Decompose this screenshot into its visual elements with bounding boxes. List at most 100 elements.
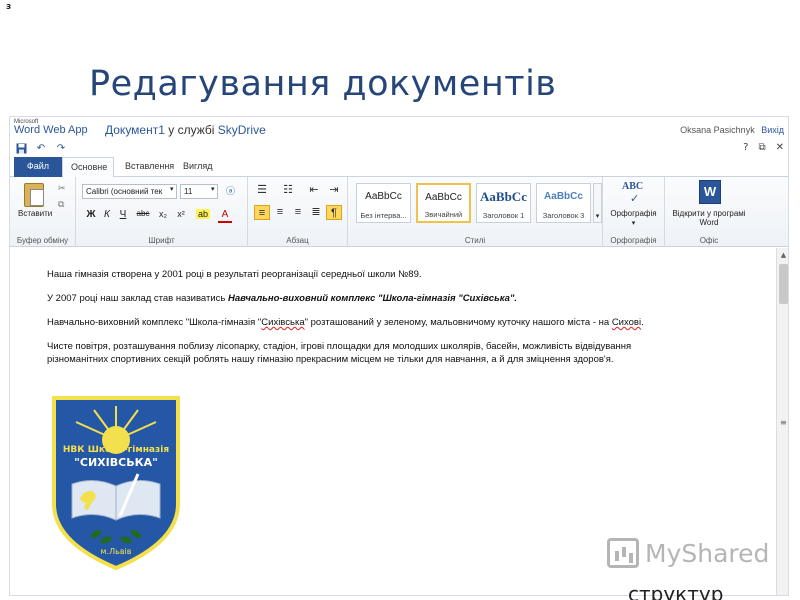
bullets-icon[interactable]: ☰ <box>254 183 270 198</box>
paragraph-4-line-1: Чисте повітря, розташування поблизу лісо… <box>47 341 632 352</box>
redo-icon[interactable]: ↷ <box>55 143 67 157</box>
strikethrough-button[interactable]: abc <box>134 209 152 218</box>
justify-icon[interactable]: ≣ <box>308 205 324 220</box>
style-heading-3[interactable]: AaBbCc Заголовок 3 <box>536 183 591 223</box>
paragraph-2: У 2007 році наш заклад став називатись Н… <box>47 292 517 305</box>
font-name-select[interactable]: Calibri (основний тек <box>82 184 177 199</box>
scroll-marker-icon: ≡ <box>780 418 787 427</box>
style-sample: AaBbCc <box>425 192 462 203</box>
style-name: Звичайний <box>424 210 463 219</box>
italic-button[interactable]: К <box>100 209 114 220</box>
brand-logo[interactable]: Microsoft Word Web App <box>14 119 88 136</box>
paragraph-3-mid: " розташований у зеленому, мальовничому … <box>304 317 612 328</box>
ltr-icon[interactable]: ¶ <box>326 205 342 220</box>
style-normal[interactable]: AaBbCc Звичайний <box>416 183 471 223</box>
word-icon[interactable]: W <box>699 180 721 204</box>
user-name[interactable]: Oksana Pasichnyk <box>680 125 755 135</box>
group-label-spelling: Орфографія <box>610 236 657 245</box>
scroll-up-icon[interactable]: ▲ <box>777 248 788 262</box>
skydrive-link[interactable]: SkyDrive <box>218 123 266 137</box>
spelling-dropdown-icon[interactable]: ▾ <box>603 219 664 227</box>
help-icon[interactable]: ? <box>743 142 748 153</box>
style-heading-1[interactable]: AaBbCc Заголовок 1 <box>476 183 531 223</box>
underline-button[interactable]: Ч <box>116 209 130 220</box>
subscript-button[interactable]: x₂ <box>156 209 170 219</box>
align-center-icon[interactable]: ≡ <box>272 205 288 220</box>
window-controls: ? ⧉ ✕ <box>743 142 784 153</box>
paragraph-3-end: . <box>641 317 644 328</box>
style-sample: AaBbCc <box>480 189 527 204</box>
tab-home[interactable]: Основне <box>62 157 114 178</box>
paragraph-3-prefix: Навчально-виховний комплекс "Школа-гімна… <box>47 317 262 328</box>
checkmark-icon: ✓ <box>630 193 640 205</box>
brand-name: Word Web App <box>14 124 88 136</box>
font-name-dropdown-icon[interactable]: ▾ <box>170 185 174 193</box>
copy-icon[interactable]: ⧉ <box>58 199 64 210</box>
style-no-spacing[interactable]: AaBbCc Без інтерва... <box>356 183 411 223</box>
cut-off-slide-text: структур <box>628 582 724 600</box>
vertical-scrollbar[interactable]: ▲ ≡ <box>776 248 788 595</box>
font-color-icon[interactable]: A <box>218 209 232 223</box>
group-styles: AaBbCc Без інтерва... AaBbCc Звичайний A… <box>348 177 603 247</box>
emblem-text-line-1: НВК Школа-гімназія <box>63 444 169 455</box>
user-area: Oksana Pasichnyk Вихід <box>680 125 784 135</box>
group-label-clipboard: Буфер обміну <box>16 236 69 245</box>
undo-icon[interactable]: ↶ <box>35 143 47 157</box>
close-icon[interactable]: ✕ <box>776 142 784 153</box>
highlight-icon[interactable]: ab <box>196 209 210 219</box>
superscript-button[interactable]: x² <box>174 209 188 219</box>
paste-icon[interactable] <box>24 183 44 207</box>
school-emblem: НВК Школа-гімназія "СИХІВСЬКА" м.Львів <box>52 396 180 571</box>
style-sample: AaBbCc <box>365 191 402 202</box>
align-left-icon[interactable]: ≡ <box>254 205 270 220</box>
save-icon[interactable] <box>15 143 27 157</box>
clear-format-icon[interactable]: ⓐ <box>226 184 235 197</box>
font-size-dropdown-icon[interactable]: ▾ <box>211 185 215 193</box>
tab-file[interactable]: Файл <box>14 157 62 177</box>
paste-button[interactable]: Вставити <box>18 209 52 218</box>
paragraph-4: Чисте повітря, розташування поблизу лісо… <box>47 340 631 366</box>
cut-icon[interactable]: ✂ <box>58 183 66 194</box>
style-sample: AaBbCc <box>544 191 583 202</box>
group-spelling: ABC ✓ Орфографія ▾ Орфографія <box>603 177 665 247</box>
increase-indent-icon[interactable]: ⇥ <box>326 183 342 198</box>
style-name: Без інтерва... <box>360 211 407 220</box>
tab-insert[interactable]: Вставлення <box>117 157 182 177</box>
ribbon: Вставити ✂ ⧉ Буфер обміну Calibri (основ… <box>10 177 788 247</box>
watermark: MyShared <box>607 535 770 575</box>
popout-icon[interactable]: ⧉ <box>758 142 765 153</box>
paragraph-2-prefix: У 2007 році наш заклад став називатись <box>47 293 228 304</box>
emblem-city: м.Львів <box>101 547 132 556</box>
style-name: Заголовок 3 <box>542 211 585 220</box>
document-name-link[interactable]: Документ1 <box>105 123 165 137</box>
spelling-button[interactable]: Орфографія <box>603 209 664 218</box>
styles-more-button[interactable]: ▾ <box>593 183 602 223</box>
misspelled-word[interactable]: Сихівська <box>261 317 304 328</box>
paragraph-3: Навчально-виховний комплекс "Школа-гімна… <box>47 316 644 329</box>
group-label-paragraph: Абзац <box>286 236 309 245</box>
paragraph-1: Наша гімназія створена у 2001 році в рез… <box>47 269 422 280</box>
tabs-row: ↶ ↷ ? ⧉ ✕ Файл Основне Вставлення Вигляд <box>10 141 788 178</box>
decrease-indent-icon[interactable]: ⇤ <box>306 183 322 198</box>
emblem-text-line-2: "СИХІВСЬКА" <box>74 456 158 469</box>
scroll-thumb[interactable] <box>779 264 788 304</box>
bold-button[interactable]: Ж <box>84 209 98 220</box>
group-label-styles: Стилі <box>464 236 486 245</box>
misspelled-word[interactable]: Сихові <box>612 317 641 328</box>
open-in-word-button[interactable]: Відкрити у програмі Word <box>665 209 753 227</box>
tab-view[interactable]: Вигляд <box>175 157 221 177</box>
spelling-icon[interactable]: ABC <box>622 181 643 192</box>
numbering-icon[interactable]: ☷ <box>280 183 296 198</box>
word-web-app-window: Microsoft Word Web App Документ1 у служб… <box>9 116 789 596</box>
in-service-text: у службі <box>168 123 215 137</box>
paragraph-2-bold: Навчально-виховний комплекс "Школа-гімна… <box>227 293 518 304</box>
watermark-text: MyShared <box>645 539 770 568</box>
quick-access-toolbar: ↶ ↷ <box>15 143 67 157</box>
signout-link[interactable]: Вихід <box>761 125 784 135</box>
group-font: Calibri (основний тек ▾ 11 ▾ ⓐ Ж К Ч abc… <box>76 177 248 247</box>
group-clipboard: Вставити ✂ ⧉ Буфер обміну <box>10 177 76 247</box>
watermark-icon <box>607 538 639 568</box>
app-header: Microsoft Word Web App Документ1 у служб… <box>10 117 788 141</box>
document-title: Документ1 у службі SkyDrive <box>105 123 266 137</box>
align-right-icon[interactable]: ≡ <box>290 205 306 220</box>
